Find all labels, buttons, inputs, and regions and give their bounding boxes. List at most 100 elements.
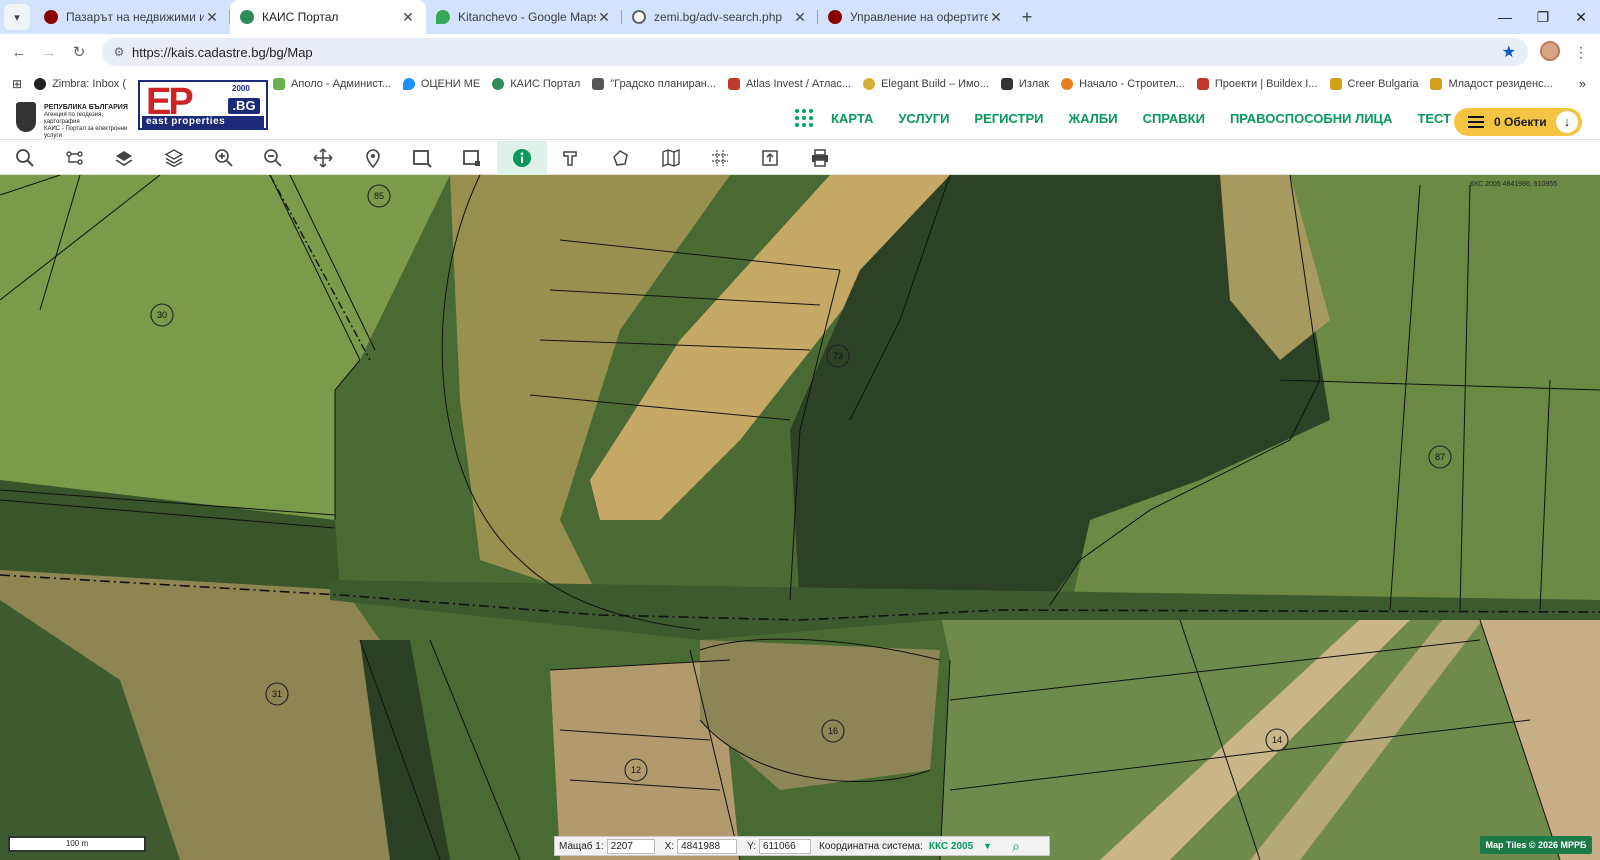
nav-services[interactable]: УСЛУГИ [898,111,949,126]
east-properties-logo: EP 2000 .BG east properties [138,80,268,130]
nav-inquiries[interactable]: СПРАВКИ [1143,111,1205,126]
browser-tab[interactable]: Управление на офертите - ✕ [818,0,1014,34]
select-area-icon[interactable] [447,141,497,175]
tab-title: КАИС Портал [262,10,339,24]
map-tiles-credit: Map Tiles © 2026 МРРБ [1480,836,1592,854]
polygon-icon[interactable] [596,141,646,175]
bookmark-item[interactable]: КАИС Портал [492,78,580,90]
bookmark-item[interactable]: Creer Bulgaria [1329,78,1418,90]
map-canvas[interactable]: 85 30 73 87 31 16 12 14 [0,175,1600,860]
bookmark-item[interactable]: Проекти | Buildex I... [1196,78,1318,90]
bookmark-item[interactable]: Начало - Строител... [1061,78,1185,90]
tab-title: Управление на офертите - [850,10,988,24]
globe-icon [632,10,646,24]
coordinate-system-label: Координатна система: [819,840,923,852]
bookmark-favicon-icon [402,78,415,90]
close-tab-icon[interactable]: ✕ [792,9,808,26]
more-bookmarks-icon[interactable]: » [1579,76,1586,91]
url-text[interactable]: https://kais.cadastre.bg/bg/Map [132,45,313,60]
bookmark-star-icon[interactable]: ★ [1502,42,1516,62]
nav-test[interactable]: ТЕСТ [1417,111,1451,126]
arrow-down-icon: ↓ [1556,111,1578,133]
profile-avatar[interactable] [1540,41,1560,61]
scale-label: Мащаб 1: [559,840,604,852]
layers-icon[interactable] [99,141,149,175]
grid-icon[interactable] [696,141,746,175]
window-controls: — ❐ ✕ [1486,0,1600,34]
reload-icon[interactable]: ↻ [64,43,94,61]
bookmark-item[interactable]: Аполо - Админист... [273,78,391,90]
apps-icon[interactable]: ⊞ [12,77,22,91]
info-icon[interactable] [496,141,547,175]
tab-title: zemi.bg/adv-search.php [654,10,783,24]
export-icon[interactable] [745,141,795,175]
forward-icon[interactable]: → [34,44,64,61]
bookmark-item[interactable]: Elegant Build – Имо... [863,78,989,90]
main-nav: КАРТА УСЛУГИ РЕГИСТРИ ЖАЛБИ СПРАВКИ ПРАВ… [795,109,1476,127]
map-toolbar [0,141,1600,175]
browser-menu-icon[interactable]: ⋮ [1574,44,1588,61]
url-bar[interactable]: ⚙ https://kais.cadastre.bg/bg/Map ★ [102,38,1528,66]
objects-button[interactable]: 0 Обекти ↓ [1454,108,1582,136]
bookmark-favicon-icon [1430,78,1443,90]
scale-input[interactable]: 2207 [606,838,655,854]
pan-icon[interactable] [298,141,348,175]
nav-registers[interactable]: РЕГИСТРИ [974,111,1043,126]
locate-search-icon[interactable]: ⌕ [1012,838,1020,855]
parcel-label: 14 [1272,735,1282,745]
tab-search-icon[interactable]: ▾ [4,4,30,30]
zoom-out-icon[interactable] [248,141,298,175]
new-tab-button[interactable]: + [1014,7,1040,28]
nav-licensed-persons[interactable]: ПРАВОСПОСОБНИ ЛИЦА [1230,111,1393,126]
apps-grid-icon[interactable] [795,109,813,127]
tab-title: Пазарът на недвижими имоти [66,10,204,24]
coordinate-system-select[interactable]: ККС 2005 [929,841,973,852]
select-rect-icon[interactable] [398,141,448,175]
pin-icon[interactable] [348,141,398,175]
bookmark-item[interactable]: ОЦЕНИ МЕ [402,78,480,90]
x-coordinate-field[interactable]: 4841988 [677,838,738,854]
browser-tab-active[interactable]: КАИС Портал ✕ [230,0,426,34]
bookmark-item[interactable]: Zimbra: Inbox ( [34,78,126,90]
y-label: Y: [747,840,756,852]
back-icon[interactable]: ← [4,44,34,61]
map-status-bar: Мащаб 1: 2207 X: 4841988 Y: 611066 Коорд… [554,836,1050,856]
search-icon[interactable] [0,141,50,175]
browser-tab[interactable]: Пазарът на недвижими имоти ✕ [34,0,230,34]
stack-icon[interactable] [149,141,199,175]
close-tab-icon[interactable]: ✕ [204,9,220,26]
print-icon[interactable] [795,141,845,175]
layers-tree-icon[interactable] [50,141,100,175]
close-tab-icon[interactable]: ✕ [596,9,612,26]
bookmark-item[interactable]: Излак [1000,78,1049,90]
bookmark-favicon-icon [1000,78,1013,90]
close-window-icon[interactable]: ✕ [1562,0,1600,34]
map-icon[interactable] [646,141,696,175]
measure-icon[interactable] [547,141,597,175]
bookmark-favicon-icon [1061,78,1074,90]
close-tab-icon[interactable]: ✕ [988,9,1004,26]
parcel-label: 16 [828,726,838,736]
browser-tab[interactable]: zemi.bg/adv-search.php ✕ [622,0,818,34]
parcel-label: 87 [1435,452,1445,462]
map-coordinates-label: ККС 2005 4841986, 610955 [1470,181,1558,188]
menu-icon [1468,116,1484,128]
zoom-in-icon[interactable] [199,141,249,175]
bookmark-item[interactable]: Младост резиденс... [1430,78,1553,90]
scale-bar: 100 m [8,836,146,852]
minimize-icon[interactable]: — [1486,0,1524,34]
nav-complaints[interactable]: ЖАЛБИ [1069,111,1118,126]
bookmark-item[interactable]: "Градско планиран... [592,78,716,90]
agency-logo-text[interactable]: РЕПУБЛИКА БЪЛГАРИЯ Агенция по геодезия, … [44,104,140,140]
objects-label: 0 Обекти [1494,115,1547,129]
nav-map[interactable]: КАРТА [831,111,873,126]
close-tab-icon[interactable]: ✕ [400,9,416,26]
browser-tab[interactable]: Kitanchevo - Google Maps ✕ [426,0,622,34]
restore-icon[interactable]: ❐ [1524,0,1562,34]
bookmark-item[interactable]: Atlas Invest / Атлас... [727,78,851,90]
address-bar-row: ← → ↻ ⚙ https://kais.cadastre.bg/bg/Map … [0,34,1600,70]
y-coordinate-field[interactable]: 611066 [759,838,811,854]
browser-tabstrip: ▾ Пазарът на недвижими имоти ✕ КАИС Порт… [0,0,1600,34]
site-info-icon[interactable]: ⚙ [106,45,132,59]
dropdown-arrow-icon[interactable]: ▼ [983,841,992,851]
